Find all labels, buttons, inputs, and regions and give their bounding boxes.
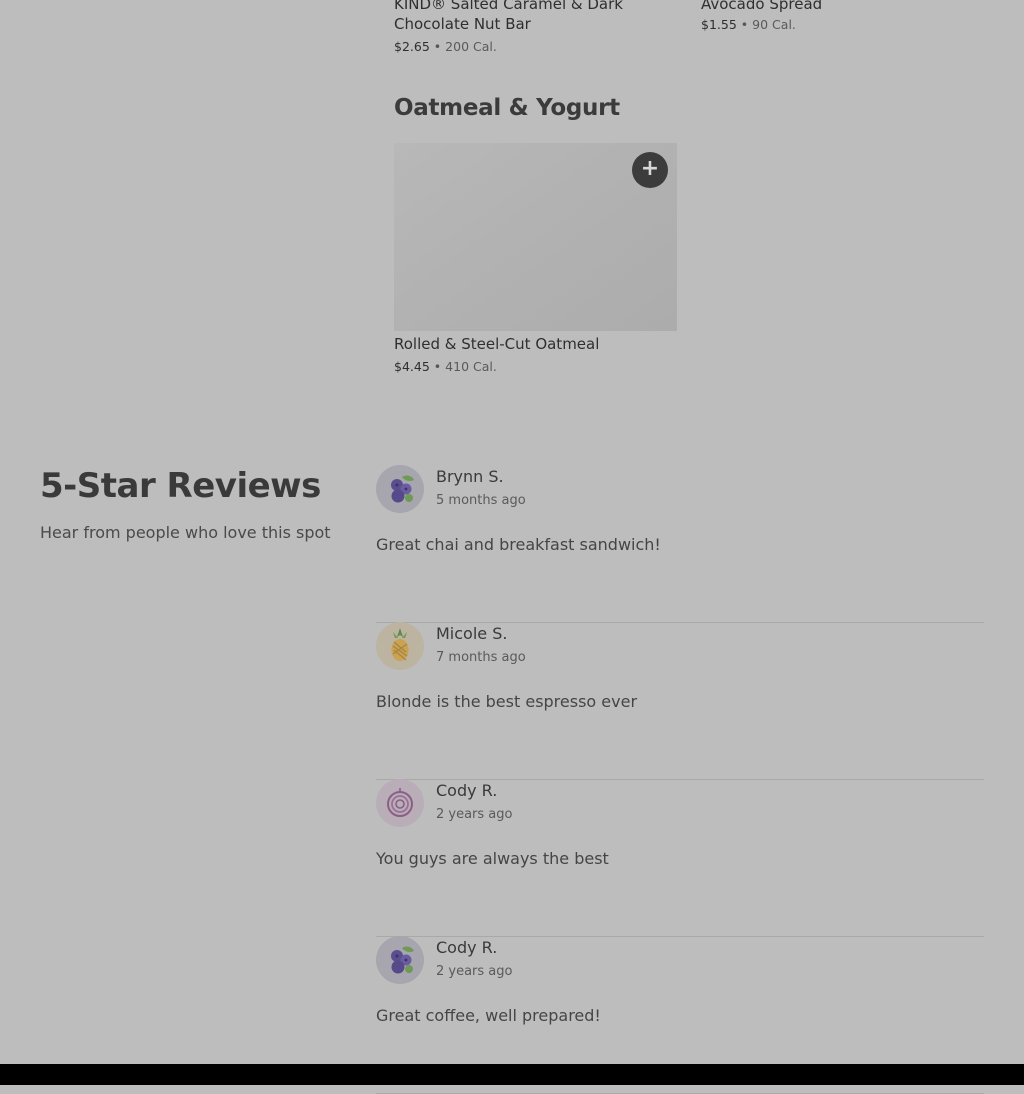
review-text: Great chai and breakfast sandwich! [376,535,661,554]
blueberries-icon [391,475,414,503]
onion-icon [387,788,413,817]
avatar [376,779,424,827]
menu-item-meta: $1.55 • 90 Cal. [701,17,961,33]
review-time: 5 months ago [436,493,526,508]
menu-item-avocado-spread[interactable]: Avocado Spread $1.55 • 90 Cal. [701,0,961,33]
reviewer-name: Brynn S. [436,467,504,486]
avatar [376,465,424,513]
separator-dot: • [740,17,749,32]
review-text: Great coffee, well prepared! [376,1006,601,1025]
menu-item-name: Avocado Spread [701,0,823,13]
avatar [376,622,424,670]
menu-item-name: Rolled & Steel-Cut Oatmeal [394,335,600,353]
review-time: 2 years ago [436,964,513,979]
bottom-bar [0,1064,1024,1085]
add-to-cart-button[interactable]: + [632,152,668,188]
menu-item-calories: 200 Cal. [445,39,497,54]
blueberries-icon [391,946,414,974]
reviewer-name: Cody R. [436,938,498,957]
reviews-title: 5-Star Reviews [40,466,321,506]
menu-item-calories: 410 Cal. [445,359,497,374]
review-card: Cody R. 2 years ago You guys are always … [376,779,984,937]
review-card: Micole S. 7 months ago Blonde is the bes… [376,622,984,780]
reviewer-name: Micole S. [436,624,508,643]
plus-icon: + [640,156,660,181]
menu-item-kind-bar[interactable]: KIND® Salted Caramel & Dark Chocolate Nu… [394,0,654,55]
separator-dot: • [433,359,442,374]
menu-item-price: $1.55 [701,17,737,32]
review-time: 7 months ago [436,650,526,665]
menu-item-price: $2.65 [394,39,430,54]
separator-dot: • [433,39,442,54]
reviewer-name: Cody R. [436,781,498,800]
menu-item-meta: $4.45 • 410 Cal. [394,359,497,375]
reviews-subtitle: Hear from people who love this spot [40,523,331,542]
section-title-oatmeal-yogurt: Oatmeal & Yogurt [394,95,620,121]
menu-item-calories: 90 Cal. [752,17,796,32]
review-text: Blonde is the best espresso ever [376,692,638,711]
menu-item-meta: $2.65 • 200 Cal. [394,39,654,55]
review-time: 2 years ago [436,807,513,822]
menu-item-name: KIND® Salted Caramel & Dark Chocolate Nu… [394,0,623,33]
review-card: Brynn S. 5 months ago Great chai and bre… [376,465,984,623]
pineapple-icon [391,628,409,661]
avatar [376,936,424,984]
review-text: You guys are always the best [376,849,609,868]
menu-item-price: $4.45 [394,359,430,374]
menu-item-oatmeal[interactable]: + Rolled & Steel-Cut Oatmeal $4.45 • 410 C… [394,143,677,383]
